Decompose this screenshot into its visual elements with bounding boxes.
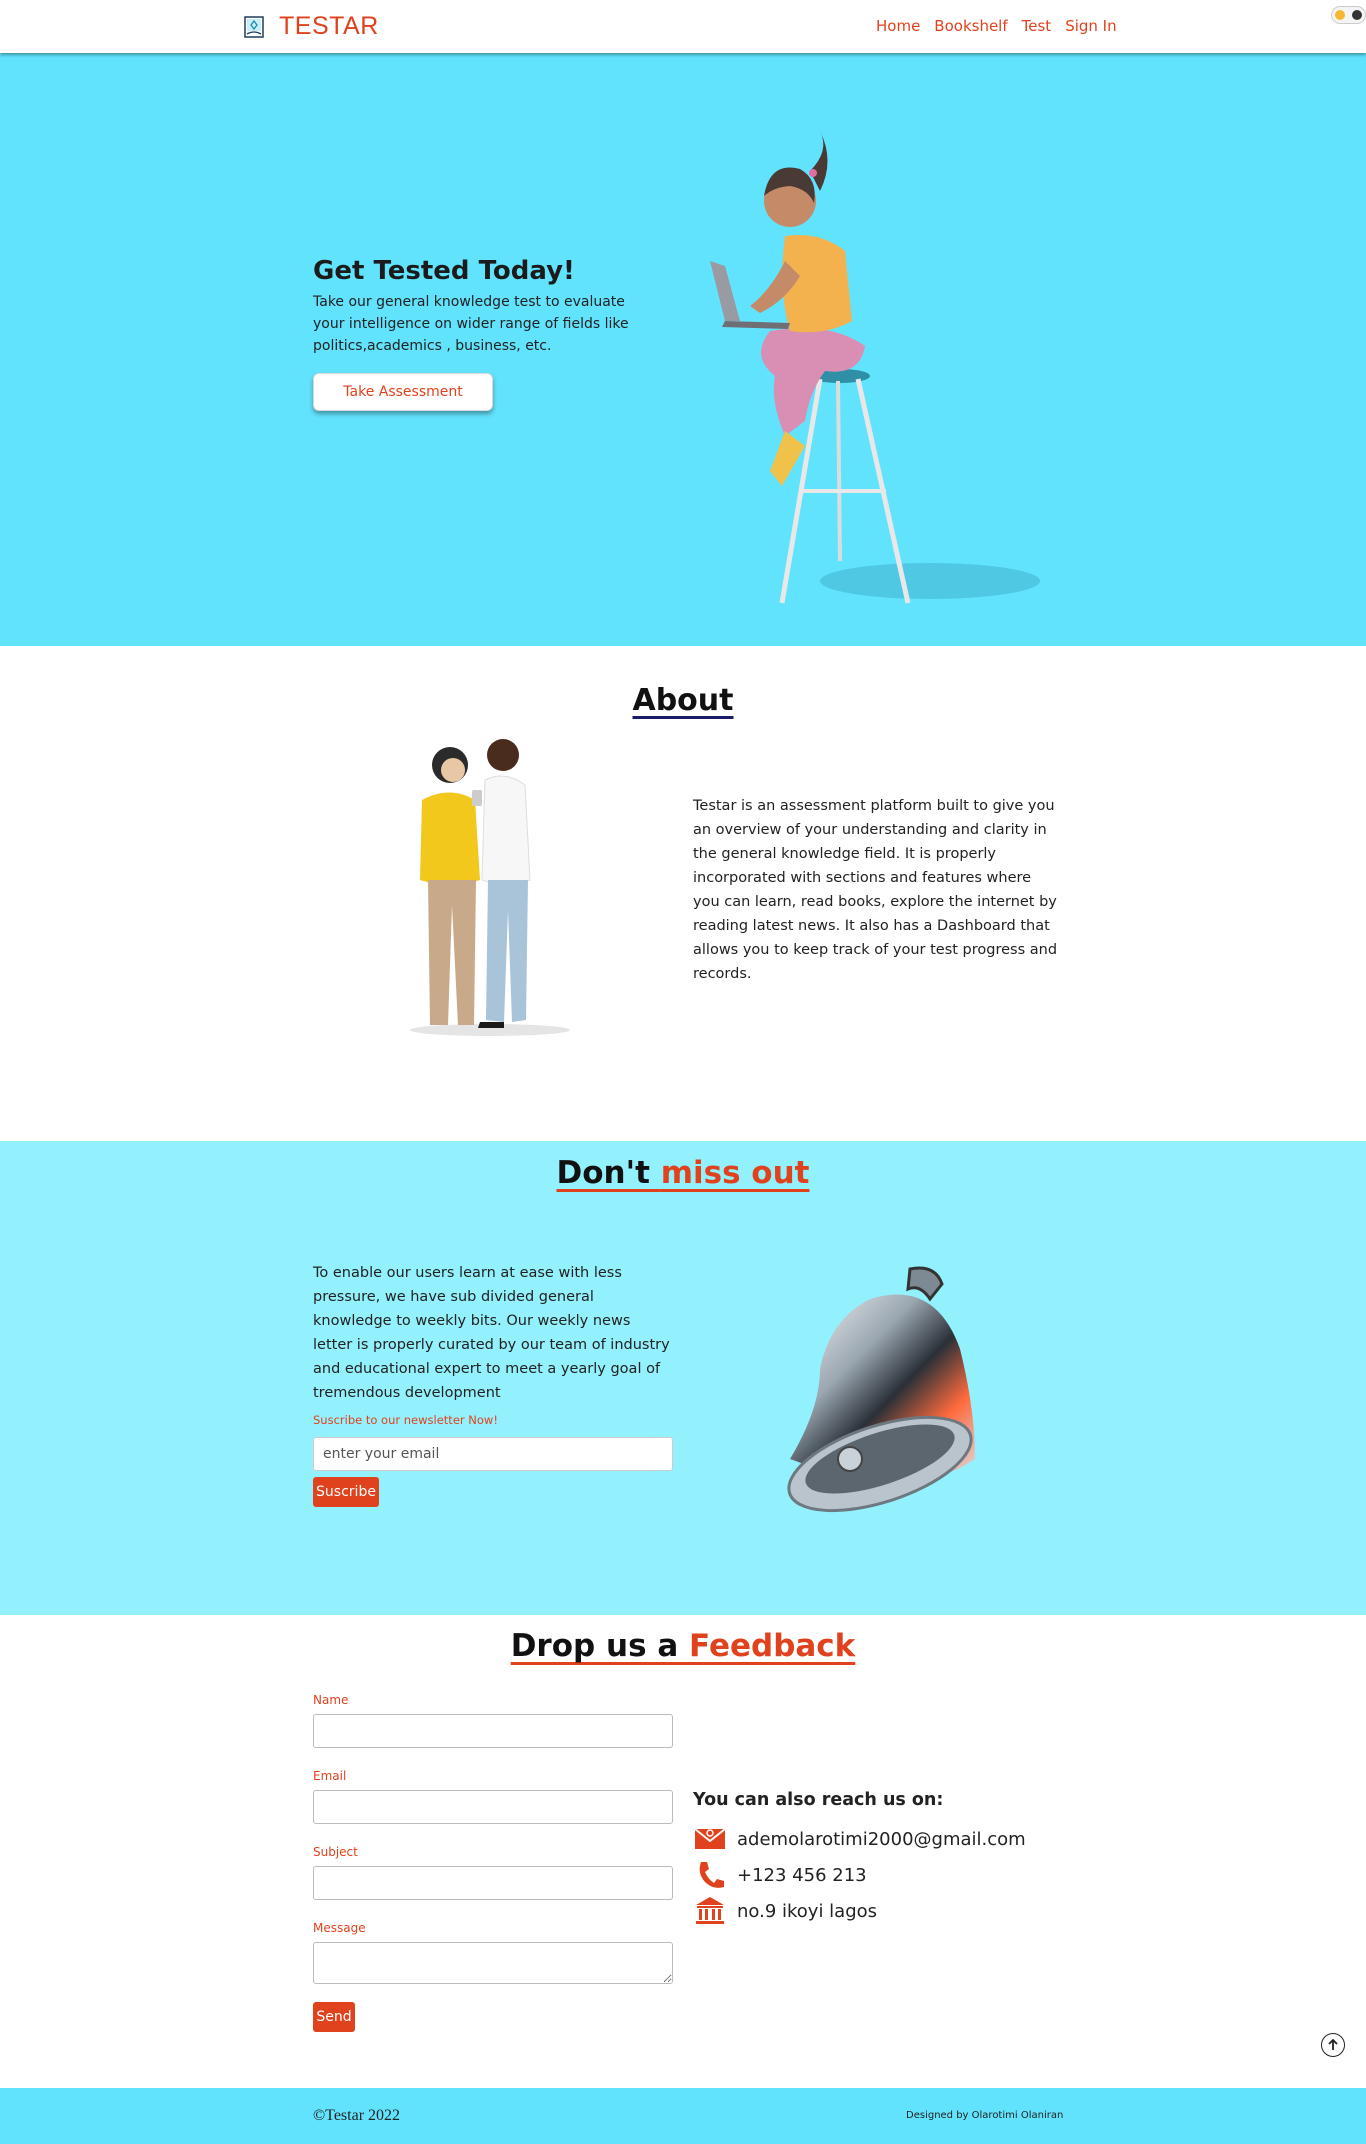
theme-toggle-icon[interactable]: [1331, 6, 1366, 24]
nav-links: Home Bookshelf Test Sign In: [876, 17, 1117, 35]
contact-email-row: ademolarotimi2000@gmail.com: [693, 1823, 1026, 1855]
hero-section: Get Tested Today! Take our general knowl…: [0, 53, 1366, 646]
bank-icon: [696, 1897, 724, 1924]
contact-phone-row: +123 456 213: [693, 1859, 867, 1891]
brand-name: TESTAR: [279, 12, 379, 40]
bell-illustration: [787, 1266, 975, 1513]
nav-link-sign-in[interactable]: Sign In: [1065, 17, 1116, 35]
moon-icon: [1352, 10, 1362, 20]
footer-credit: Designed by Olarotimi Olaniran: [906, 2110, 1064, 2121]
navbar: TESTAR Home Bookshelf Test Sign In: [0, 0, 1366, 53]
arrow-up-glyph: [1328, 2039, 1338, 2050]
sun-icon: [1335, 10, 1345, 20]
contact-phone[interactable]: +123 456 213: [737, 1865, 867, 1886]
contact-address: no.9 ikoyi lagos: [737, 1900, 878, 1922]
two-people-illustration: [410, 739, 570, 1036]
contact-email[interactable]: ademolarotimi2000@gmail.com: [737, 1829, 1026, 1850]
brand[interactable]: TESTAR: [243, 12, 379, 41]
newsletter-title: Don't miss out: [556, 1155, 810, 1191]
feedback-title: Drop us a Feedback: [510, 1628, 856, 1664]
footer-copyright: ©Testar 2022: [313, 2107, 401, 2124]
book-logo-icon: [244, 15, 264, 38]
about-text: Testar is an assessment platform built t…: [693, 798, 1058, 982]
newsletter-email-input[interactable]: [313, 1437, 673, 1471]
about-title: About: [632, 683, 734, 718]
arrow-up-icon[interactable]: [1321, 2033, 1345, 2057]
newsletter-text: To enable our users learn at ease with l…: [313, 1265, 670, 1401]
footer: ©Testar 2022 Designed by Olarotimi Olani…: [0, 2088, 1366, 2144]
nav-link-bookshelf[interactable]: Bookshelf: [934, 17, 1007, 35]
send-button[interactable]: Send: [313, 2002, 355, 2032]
woman-with-laptop-illustration: [710, 131, 1040, 604]
email-label: Email: [313, 1769, 347, 1783]
subscribe-button[interactable]: Suscribe: [313, 1477, 379, 1507]
nav-link-home[interactable]: Home: [876, 17, 920, 35]
contact-address-row: no.9 ikoyi lagos: [693, 1895, 877, 1927]
message-textarea[interactable]: [313, 1942, 673, 1984]
phone-icon: [699, 1862, 724, 1888]
take-assessment-button[interactable]: Take Assessment: [313, 373, 493, 411]
envelope-icon: [694, 1828, 726, 1849]
name-input[interactable]: [313, 1714, 673, 1748]
name-label: Name: [313, 1693, 349, 1707]
subject-input[interactable]: [313, 1866, 673, 1900]
nav-link-test[interactable]: Test: [1022, 17, 1052, 35]
email-input[interactable]: [313, 1790, 673, 1824]
message-label: Message: [313, 1921, 366, 1935]
newsletter-section: Don't miss out To enable our users learn…: [0, 1141, 1366, 1615]
newsletter-label: Suscribe to our newsletter Now!: [313, 1413, 498, 1427]
hero-text: Take our general knowledge test to evalu…: [313, 294, 629, 354]
hero-title: Get Tested Today!: [313, 256, 575, 286]
subject-label: Subject: [313, 1845, 358, 1859]
contact-title: You can also reach us on:: [693, 1790, 944, 1810]
